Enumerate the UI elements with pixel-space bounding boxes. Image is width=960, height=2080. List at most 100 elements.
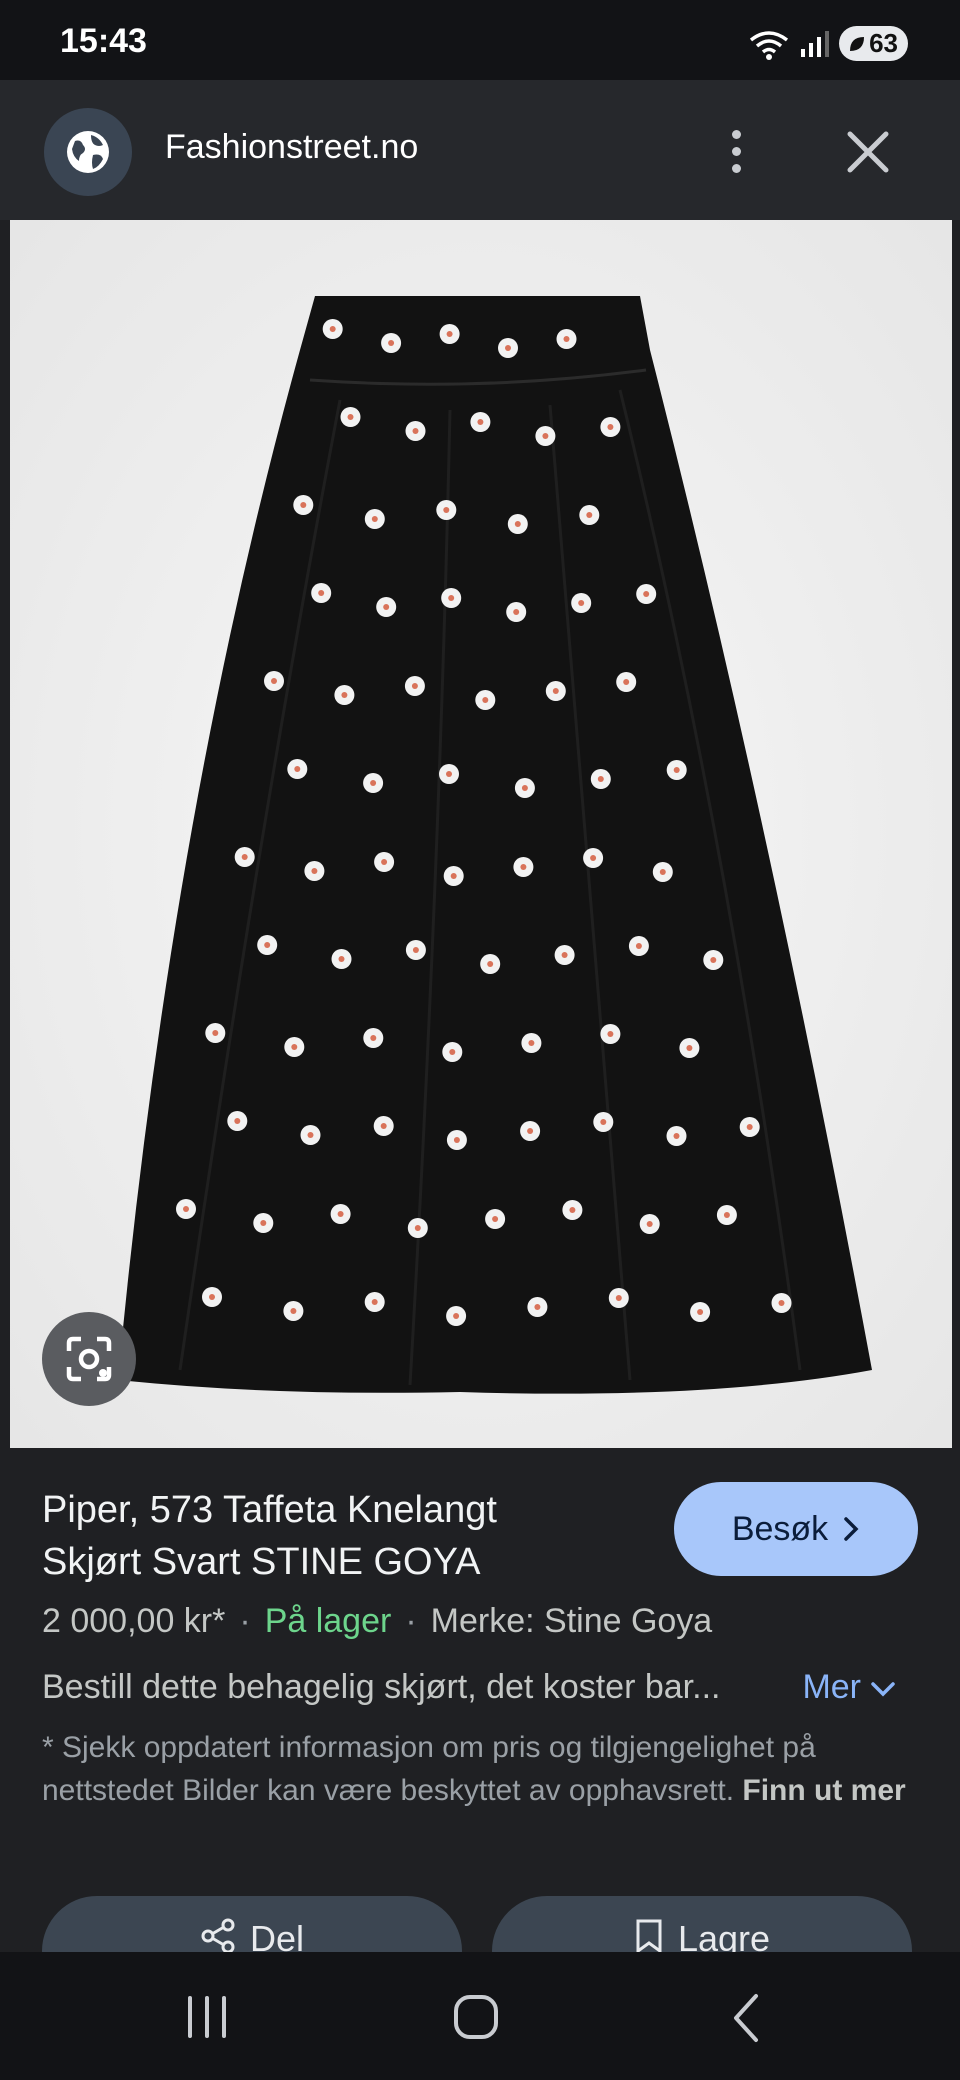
daisy-center xyxy=(212,1030,219,1036)
daisy-center xyxy=(183,1206,189,1212)
daisy-center xyxy=(338,956,345,962)
daisy-center xyxy=(542,433,549,439)
daisy-center xyxy=(513,609,520,615)
close-button[interactable] xyxy=(838,122,898,182)
daisy-center xyxy=(492,1216,499,1222)
skirt-illustration xyxy=(10,220,952,1448)
daisy-center xyxy=(271,678,277,684)
daisy-center xyxy=(607,1031,614,1037)
visit-button[interactable]: Besøk xyxy=(674,1482,918,1576)
daisy-center xyxy=(534,1304,541,1310)
chevron-down-icon xyxy=(871,1682,896,1697)
daisy-center xyxy=(311,868,318,874)
stock-status: På lager xyxy=(264,1602,392,1640)
navigation-bar xyxy=(0,1952,960,2080)
visit-button-label: Besøk xyxy=(731,1509,829,1548)
daisy-center xyxy=(673,767,680,773)
product-title: Piper, 573 Taffeta Knelangt Skjørt Svart… xyxy=(42,1484,642,1588)
home-icon[interactable] xyxy=(452,1992,500,2042)
disclaimer-text: * Sjekk oppdatert informasjon om pris og… xyxy=(42,1731,816,1807)
more-button[interactable]: Mer xyxy=(802,1668,896,1706)
daisy-center xyxy=(412,428,419,434)
daisy-center xyxy=(260,1220,267,1226)
daisy-center xyxy=(291,1044,298,1050)
daisy-center xyxy=(710,957,717,963)
site-icon[interactable] xyxy=(44,108,132,196)
lens-button[interactable] xyxy=(42,1312,136,1406)
daisy-center xyxy=(514,521,521,527)
daisy-center xyxy=(318,590,325,596)
more-options-button[interactable] xyxy=(716,120,756,182)
daisy-center xyxy=(383,604,390,610)
daisy-center xyxy=(329,326,336,332)
daisy-center xyxy=(590,855,597,861)
daisy-center xyxy=(371,516,378,522)
daisy-center xyxy=(673,1133,680,1139)
daisy-center xyxy=(341,692,348,698)
more-vert-icon xyxy=(731,129,741,139)
daisy-center xyxy=(623,679,630,685)
daisy-center xyxy=(347,414,354,420)
daisy-center xyxy=(290,1308,297,1314)
description: Bestill dette behagelig skjørt, det kost… xyxy=(42,1668,721,1706)
close-icon xyxy=(847,131,889,173)
daisy-center xyxy=(411,683,418,689)
daisy-center xyxy=(453,1137,460,1143)
status-time: 15:43 xyxy=(60,22,147,60)
site-title: Fashionstreet.no xyxy=(165,128,419,166)
daisy-center xyxy=(552,688,559,694)
daisy-center xyxy=(412,947,419,953)
back-icon[interactable] xyxy=(728,1992,764,2044)
battery-level: 63 xyxy=(869,28,898,58)
product-title-line1: Piper, 573 Taffeta Knelangt xyxy=(42,1489,497,1531)
daisy-center xyxy=(521,785,528,791)
daisy-center xyxy=(659,869,666,875)
daisy-center xyxy=(381,859,388,865)
daisy-center xyxy=(307,1132,314,1138)
daisy-center xyxy=(450,873,457,879)
recents-icon[interactable] xyxy=(182,1994,232,2040)
daisy-center xyxy=(527,1128,534,1134)
daisy-center xyxy=(380,1123,387,1129)
daisy-center xyxy=(300,502,307,508)
daisy-center xyxy=(778,1300,785,1306)
product-image[interactable] xyxy=(10,220,952,1448)
bookmark-icon xyxy=(636,1919,662,1954)
daisy-center xyxy=(607,424,614,430)
share-icon xyxy=(201,1918,235,1954)
battery-indicator: 63 xyxy=(839,26,908,61)
daisy-center xyxy=(528,1040,535,1046)
meta-row: 2 000,00 kr* · På lager · Merke: Stine Goya xyxy=(42,1602,713,1640)
daisy-center xyxy=(600,1119,607,1125)
daisy-center xyxy=(569,1207,576,1213)
wifi-icon xyxy=(750,30,789,60)
daisy-center xyxy=(388,340,395,346)
daisy-center xyxy=(597,776,604,782)
daisy-center xyxy=(578,600,585,606)
status-icons: 63 xyxy=(749,26,908,61)
learn-more-link[interactable]: Finn ut mer xyxy=(742,1774,905,1807)
daisy-center xyxy=(520,864,527,870)
daisy-center xyxy=(449,1049,456,1055)
daisy-center xyxy=(209,1294,215,1300)
daisy-center xyxy=(446,771,452,777)
daisy-center xyxy=(294,766,301,772)
daisy-center xyxy=(337,1211,344,1217)
daisy-center xyxy=(697,1309,704,1315)
product-title-line2: Skjørt Svart STINE GOYA xyxy=(42,1541,481,1583)
daisy-center xyxy=(443,507,450,513)
daisy-center xyxy=(487,961,494,967)
daisy-center xyxy=(370,1035,377,1041)
daisy-center xyxy=(371,1299,378,1305)
daisy-center xyxy=(746,1124,753,1130)
daisy-center xyxy=(482,697,489,703)
chevron-right-icon xyxy=(844,1517,859,1541)
daisy-center xyxy=(370,780,377,786)
description-row: Bestill dette behagelig skjørt, det kost… xyxy=(42,1668,922,1707)
daisy-center xyxy=(686,1045,693,1051)
daisy-center xyxy=(646,1221,653,1227)
daisy-center xyxy=(264,942,271,948)
daisy-center xyxy=(241,854,248,860)
daisy-center xyxy=(448,595,455,601)
leaf-icon xyxy=(850,36,865,51)
